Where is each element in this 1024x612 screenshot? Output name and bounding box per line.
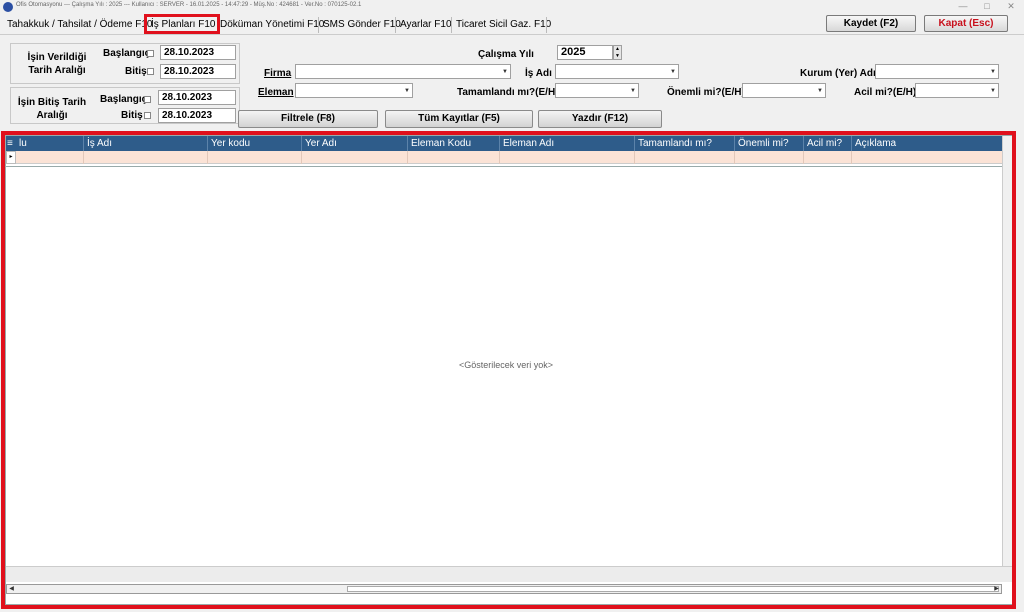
acil-label: Acil mi?(E/H) bbox=[854, 87, 917, 98]
close-button[interactable]: Kapat (Esc) bbox=[924, 15, 1008, 32]
kurum-label: Kurum (Yer) Adı bbox=[800, 68, 876, 79]
firma-combo[interactable]: ▼ bbox=[295, 64, 511, 79]
window-title: Ofis Otomasyonu --- Çalışma Yılı : 2025 … bbox=[16, 2, 362, 8]
onemli-combo[interactable]: ▼ bbox=[742, 83, 826, 98]
close-window-icon[interactable]: ✕ bbox=[1004, 1, 1018, 12]
eleman-label: Eleman bbox=[258, 87, 294, 98]
app-logo-icon bbox=[3, 2, 13, 12]
menu-separator bbox=[318, 17, 319, 33]
chevron-down-icon: ▼ bbox=[817, 88, 823, 94]
chevron-down-icon: ▼ bbox=[502, 69, 508, 75]
chevron-down-icon: ▼ bbox=[670, 69, 676, 75]
maximize-icon[interactable]: □ bbox=[980, 1, 994, 11]
given-start-date[interactable]: 28.10.2023 bbox=[160, 45, 236, 60]
is-adi-combo[interactable]: ▼ bbox=[555, 64, 679, 79]
given-start-checkbox[interactable] bbox=[147, 50, 154, 57]
given-date-title: İşin Verildiği Tarih Aralığı bbox=[27, 52, 87, 76]
acil-combo[interactable]: ▼ bbox=[915, 83, 999, 98]
year-spinner[interactable]: ▲ ▼ bbox=[613, 45, 622, 60]
year-input[interactable]: 2025 bbox=[557, 45, 613, 60]
finish-end-date[interactable]: 28.10.2023 bbox=[158, 108, 236, 123]
finish-start-checkbox[interactable] bbox=[144, 96, 151, 103]
firma-label: Firma bbox=[264, 68, 292, 79]
kurum-combo[interactable]: ▼ bbox=[875, 64, 999, 79]
tab-tahakkuk[interactable]: Tahakkuk / Tahsilat / Ödeme F10 bbox=[5, 16, 154, 34]
onemli-label: Önemli mi?(E/H) bbox=[667, 87, 745, 98]
given-end-label: Bitiş bbox=[125, 66, 147, 77]
given-start-label: Başlangıç bbox=[103, 48, 151, 59]
tamamlandi-label: Tamamlandı mı?(E/H) bbox=[457, 87, 559, 98]
print-button[interactable]: Yazdır (F12) bbox=[538, 110, 662, 128]
save-button[interactable]: Kaydet (F2) bbox=[826, 15, 916, 32]
chevron-down-icon: ▼ bbox=[990, 88, 996, 94]
filter-button[interactable]: Filtrele (F8) bbox=[238, 110, 378, 128]
given-end-checkbox[interactable] bbox=[147, 68, 154, 75]
tab-ticaret-sicil[interactable]: Ticaret Sicil Gaz. F10 bbox=[454, 16, 553, 34]
finish-start-label: Başlangıç bbox=[100, 94, 148, 105]
finish-end-label: Bitiş bbox=[121, 110, 143, 121]
chevron-down-icon: ▼ bbox=[630, 88, 636, 94]
finish-start-date[interactable]: 28.10.2023 bbox=[158, 90, 236, 105]
eleman-combo[interactable]: ▼ bbox=[295, 83, 413, 98]
minimize-icon[interactable]: — bbox=[956, 1, 970, 11]
tab-ayarlar[interactable]: Ayarlar F10 bbox=[398, 16, 454, 34]
menu-separator bbox=[395, 17, 396, 33]
finish-end-checkbox[interactable] bbox=[144, 112, 151, 119]
selected-tab-highlight bbox=[144, 14, 220, 34]
tab-sms-gonder[interactable]: SMS Gönder F10 bbox=[321, 16, 403, 34]
is-adi-label: İş Adı bbox=[525, 68, 552, 79]
grid-highlight-box bbox=[1, 131, 1016, 609]
tab-dokuman-yonetimi[interactable]: Döküman Yönetimi F10 bbox=[218, 16, 326, 34]
menu-divider bbox=[0, 34, 1024, 35]
all-records-button[interactable]: Tüm Kayıtlar (F5) bbox=[385, 110, 533, 128]
finish-date-title: İşin Bitiş Tarih Aralığı bbox=[17, 97, 87, 121]
menu-separator bbox=[451, 17, 452, 33]
chevron-down-icon: ▼ bbox=[990, 69, 996, 75]
menu-separator bbox=[546, 17, 547, 33]
year-label: Çalışma Yılı bbox=[478, 49, 534, 60]
tamamlandi-combo[interactable]: ▼ bbox=[555, 83, 639, 98]
given-end-date[interactable]: 28.10.2023 bbox=[160, 64, 236, 79]
chevron-down-icon: ▼ bbox=[404, 88, 410, 94]
